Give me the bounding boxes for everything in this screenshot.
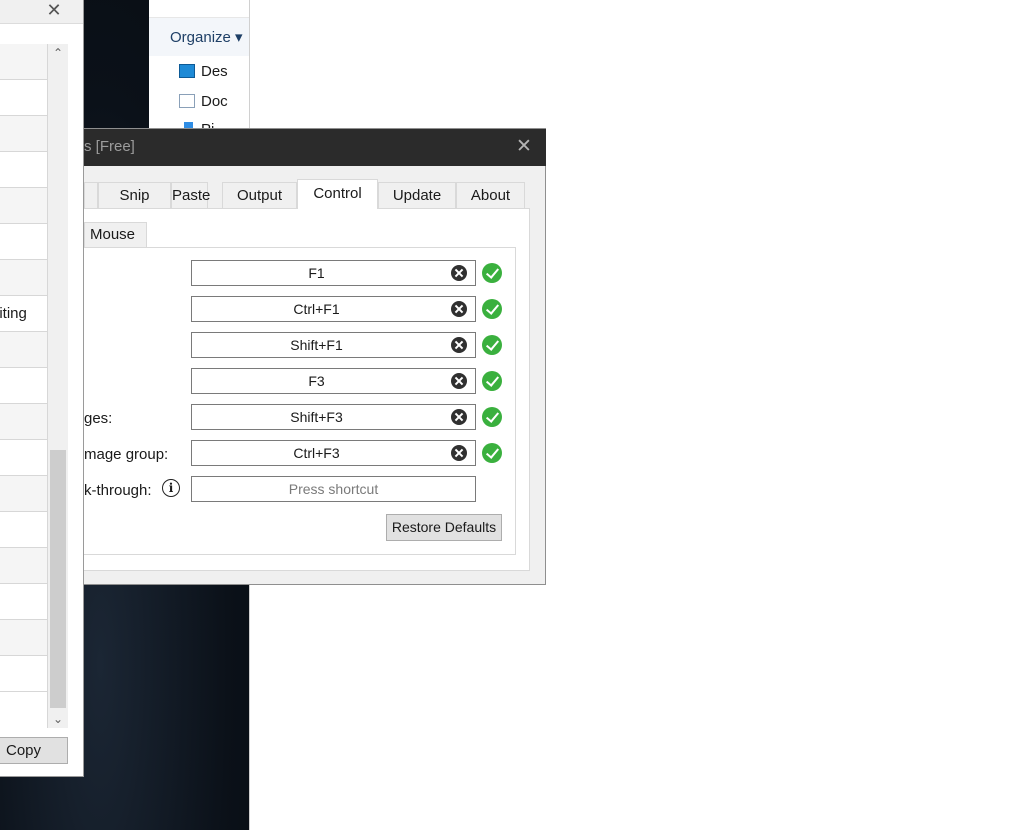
list-item[interactable] [0, 188, 47, 224]
list-item[interactable]: diting [0, 296, 47, 332]
hotkey-input[interactable]: Shift+F1 [191, 332, 476, 358]
hotkey-value: Shift+F1 [290, 337, 343, 353]
list-item[interactable] [0, 260, 47, 296]
hotkeys-panel: F1 Ctrl+F1 Shift+F1 F3 ges: Shift+F3 mag… [84, 247, 516, 555]
list-item[interactable] [0, 44, 47, 80]
list-item-label: diting [0, 305, 27, 322]
list-item[interactable] [0, 584, 47, 620]
nav-item-desktop[interactable]: Des [179, 63, 228, 80]
hotkey-input[interactable]: Ctrl+F1 [191, 296, 476, 322]
left-titlebar: ✕ [0, 0, 83, 24]
vertical-scrollbar[interactable]: ⌃ ⌄ [48, 44, 68, 728]
list-item[interactable] [0, 404, 47, 440]
nav-item-label: Doc [201, 93, 228, 110]
clear-icon[interactable] [451, 373, 467, 389]
settings-window: s [Free] ✕ Snip Paste Output Control Upd… [84, 128, 546, 585]
hotkey-input[interactable]: Ctrl+F3 [191, 440, 476, 466]
hotkey-value: Shift+F3 [290, 409, 343, 425]
document-icon [179, 94, 195, 108]
clear-icon[interactable] [451, 445, 467, 461]
check-icon [482, 299, 502, 319]
list-item[interactable] [0, 152, 47, 188]
list-item[interactable] [0, 620, 47, 656]
desktop-icon [179, 64, 195, 78]
close-icon[interactable]: ✕ [512, 135, 536, 159]
hotkey-value: F3 [308, 373, 325, 389]
organize-menu-button[interactable]: Organize ▾ [170, 28, 243, 46]
list-item[interactable] [0, 440, 47, 476]
nav-item-documents[interactable]: Doc [179, 93, 228, 110]
tab-output[interactable]: Output [222, 182, 297, 208]
check-icon [482, 263, 502, 283]
hotkey-input[interactable]: Shift+F3 [191, 404, 476, 430]
tab-update[interactable]: Update [378, 182, 456, 208]
list-item[interactable] [0, 332, 47, 368]
clear-icon[interactable] [451, 265, 467, 281]
hotkey-value: F1 [308, 265, 325, 281]
restore-defaults-button[interactable]: Restore Defaults [386, 514, 502, 541]
list-item[interactable] [0, 116, 47, 152]
file-explorer-window: Organize ▾ Des Doc Pi [149, 0, 249, 130]
hotkey-label: ges: [84, 410, 113, 427]
clear-icon[interactable] [451, 301, 467, 317]
titlebar: s [Free] ✕ [84, 129, 546, 166]
clear-icon[interactable] [451, 337, 467, 353]
list-item[interactable] [0, 548, 47, 584]
list-item[interactable] [0, 656, 47, 692]
check-icon [482, 407, 502, 427]
hotkey-value: Ctrl+F1 [293, 301, 340, 317]
hotkey-input[interactable]: F1 [191, 260, 476, 286]
list-item[interactable] [0, 368, 47, 404]
hotkey-input[interactable]: Press shortcut [191, 476, 476, 502]
check-icon [482, 443, 502, 463]
settings-list: diting [0, 44, 48, 728]
hotkey-input[interactable]: F3 [191, 368, 476, 394]
tab-paste[interactable]: Paste [171, 182, 210, 208]
scroll-down-icon[interactable]: ⌄ [48, 710, 68, 728]
scroll-thumb[interactable] [50, 450, 66, 708]
tab-snip[interactable]: Snip [98, 182, 171, 208]
check-icon [482, 371, 502, 391]
hotkey-value: Ctrl+F3 [293, 445, 340, 461]
close-icon[interactable]: ✕ [44, 0, 64, 20]
clear-icon[interactable] [451, 409, 467, 425]
hotkey-label: k-through: [84, 482, 152, 499]
info-icon[interactable]: i [162, 479, 180, 497]
list-item[interactable] [0, 476, 47, 512]
tab-about[interactable]: About [456, 182, 525, 208]
tab-hotkeys[interactable] [84, 182, 98, 208]
list-item[interactable] [0, 512, 47, 548]
left-dialog-window: ✕ diting ⌃ ⌄ Copy [0, 0, 84, 777]
subtab-mouse[interactable]: Mouse [84, 222, 147, 247]
scroll-up-icon[interactable]: ⌃ [48, 44, 68, 62]
copy-button[interactable]: Copy [0, 737, 68, 764]
window-title: s [Free] [84, 138, 135, 155]
tab-control[interactable]: Control [297, 179, 378, 209]
hotkey-placeholder: Press shortcut [288, 481, 379, 497]
hotkey-label: mage group: [84, 446, 169, 463]
check-icon [482, 335, 502, 355]
nav-item-label: Des [201, 63, 228, 80]
list-item[interactable] [0, 224, 47, 260]
list-item[interactable] [0, 80, 47, 116]
